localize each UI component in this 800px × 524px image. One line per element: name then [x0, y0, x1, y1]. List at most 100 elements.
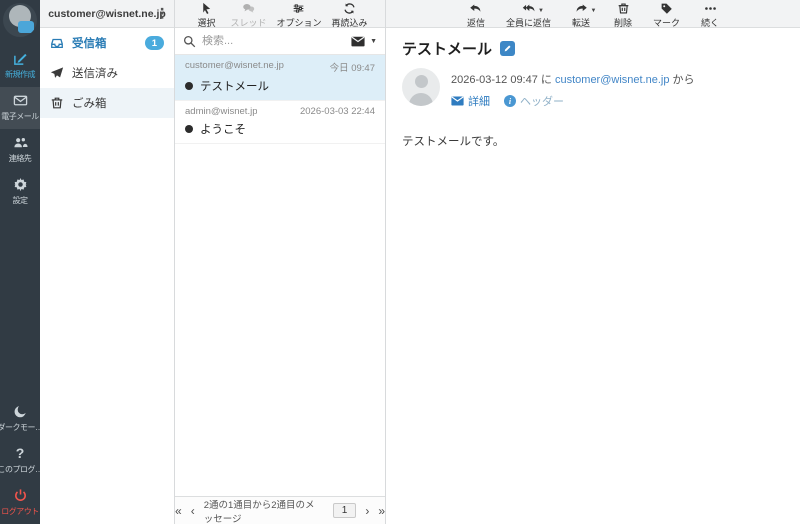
- options-button[interactable]: オプション: [271, 0, 326, 28]
- contacts-icon: [13, 135, 28, 150]
- message-view-panel: 返信 ▼ 全員に返信 ▼ 転送 削除 マーク 続く テストメール 2026-03…: [386, 0, 800, 524]
- folder-trash[interactable]: ごみ箱: [40, 88, 174, 118]
- message-date: 今日 09:47: [329, 63, 375, 74]
- search-bar: ▼: [175, 28, 385, 55]
- folder-label: ごみ箱: [72, 98, 107, 110]
- chevron-down-icon: ▼: [370, 37, 377, 45]
- delete-icon: [617, 2, 630, 15]
- meta-particle: に: [540, 74, 552, 86]
- view-toolbar: 返信 ▼ 全員に返信 ▼ 転送 削除 マーク 続く: [386, 0, 800, 28]
- folder-label: 送信済み: [72, 68, 118, 80]
- chevron-down-icon[interactable]: ▼: [591, 8, 597, 14]
- folder-inbox[interactable]: 受信箱 1: [40, 28, 174, 58]
- about-label: このプログ…: [0, 465, 43, 474]
- trash-icon: [50, 96, 64, 110]
- edit-draft-icon[interactable]: [500, 41, 516, 56]
- pagination-text: 2通の1通目から2通目のメッセージ: [203, 499, 315, 524]
- last-page-button[interactable]: »: [378, 505, 385, 517]
- settings-label: 設定: [12, 196, 29, 205]
- dark-mode-toggle[interactable]: ダークモー…: [0, 398, 43, 440]
- folder-sent[interactable]: 送信済み: [40, 58, 174, 88]
- taskbar: 新規作成 電子メール 連絡先 設定 ダークモー… ? このプログ… ログアウト: [0, 0, 43, 524]
- first-page-button[interactable]: «: [175, 505, 182, 517]
- contacts-label: 連絡先: [8, 154, 32, 163]
- meta-particle: から: [672, 74, 695, 86]
- cursor-icon: [200, 2, 213, 15]
- headers-link[interactable]: i ヘッダー: [504, 93, 564, 109]
- reply-all-button[interactable]: ▼ 全員に返信: [501, 0, 556, 28]
- reply-icon: [469, 2, 482, 15]
- envelope-icon: [451, 96, 464, 106]
- forward-button[interactable]: ▼ 転送: [564, 0, 598, 28]
- page-number-input[interactable]: 1: [332, 503, 357, 518]
- settings-icon: [13, 177, 28, 192]
- next-page-button[interactable]: ›: [365, 505, 369, 517]
- sidebar-item-mail[interactable]: 電子メール: [0, 87, 40, 129]
- sender-avatar: [402, 68, 440, 106]
- search-icon: [183, 35, 196, 47]
- more-icon: [704, 2, 717, 15]
- chevron-down-icon[interactable]: ▼: [538, 8, 544, 14]
- unread-dot-icon[interactable]: [185, 125, 193, 133]
- message-subject: ようこそ: [200, 124, 246, 136]
- select-button[interactable]: 選択: [187, 0, 225, 28]
- info-icon: i: [504, 95, 516, 107]
- message-date: 2026-03-03 22:44: [299, 106, 375, 117]
- delete-button[interactable]: 削除: [606, 0, 640, 28]
- envelope-icon: [351, 36, 365, 46]
- threads-button[interactable]: スレッド: [225, 0, 271, 28]
- sidebar-item-settings[interactable]: 設定: [0, 171, 40, 213]
- folder-panel: customer@wisnet.ne.jp ⋮ 受信箱 1 送信済み ごみ箱: [40, 0, 175, 524]
- message-title: テストメール: [402, 41, 493, 58]
- list-toolbar: 選択 スレッド オプション 再読込み: [175, 0, 385, 28]
- mark-button[interactable]: マーク: [648, 0, 685, 28]
- message-row[interactable]: admin@wisnet.jp 2026-03-03 22:44 ようこそ: [175, 101, 385, 144]
- message-meta: 2026-03-12 09:47 に customer@wisnet.ne.jp…: [451, 68, 695, 87]
- help-icon: ?: [15, 445, 25, 461]
- prev-page-button[interactable]: ‹: [191, 505, 195, 517]
- account-header: customer@wisnet.ne.jp ⋮: [40, 0, 174, 28]
- unread-count-badge: 1: [144, 36, 164, 50]
- power-icon: [13, 488, 28, 503]
- folder-label: 受信箱: [72, 38, 107, 50]
- reply-button[interactable]: 返信: [459, 0, 493, 28]
- sender-email-link[interactable]: customer@wisnet.ne.jp: [555, 74, 670, 86]
- mark-icon: [660, 2, 673, 15]
- message-body: テストメールです。: [402, 136, 505, 148]
- details-link[interactable]: 詳細: [451, 93, 490, 109]
- mail-icon: [13, 93, 28, 108]
- message-list-panel: 選択 スレッド オプション 再読込み 検索... ▼ customer@wisn…: [175, 0, 386, 524]
- reply-all-icon: ▼: [522, 2, 544, 15]
- message-subject: テストメール: [200, 81, 269, 93]
- moon-icon: [13, 404, 28, 419]
- about-button[interactable]: ? このプログ…: [0, 440, 43, 482]
- more-button[interactable]: 続く: [693, 0, 727, 28]
- unread-dot-icon[interactable]: [185, 82, 193, 90]
- options-icon: [292, 2, 305, 15]
- sent-icon: [50, 66, 64, 80]
- message-datetime: 2026-03-12 09:47: [451, 74, 538, 86]
- forward-icon: ▼: [575, 2, 597, 15]
- refresh-icon: [343, 2, 356, 15]
- inbox-icon: [50, 36, 64, 50]
- mark-read-control[interactable]: ▼: [351, 36, 377, 47]
- mail-label: 電子メール: [1, 112, 39, 121]
- message-sender: customer@wisnet.ne.jp: [185, 60, 284, 71]
- logout-label: ログアウト: [1, 507, 39, 516]
- thread-icon: [242, 2, 255, 15]
- compose-button[interactable]: 新規作成: [0, 45, 40, 87]
- pagination-bar: « ‹ 2通の1通目から2通目のメッセージ 1 › »: [175, 496, 385, 524]
- account-email: customer@wisnet.ne.jp: [48, 7, 166, 20]
- search-input[interactable]: [202, 35, 346, 47]
- kebab-menu-icon[interactable]: ⋮: [155, 4, 169, 22]
- logout-button[interactable]: ログアウト: [0, 482, 40, 524]
- message-row[interactable]: customer@wisnet.ne.jp 今日 09:47 テストメール: [175, 55, 385, 101]
- compose-icon: [13, 51, 28, 66]
- dark-mode-label: ダークモー…: [0, 423, 43, 432]
- sidebar-item-contacts[interactable]: 連絡先: [0, 129, 40, 171]
- details-label: 詳細: [468, 96, 490, 108]
- refresh-button[interactable]: 再読込み: [327, 0, 373, 28]
- compose-label: 新規作成: [5, 70, 36, 79]
- message-content: テストメール 2026-03-12 09:47 に customer@wisne…: [386, 28, 800, 159]
- user-avatar[interactable]: [3, 3, 37, 37]
